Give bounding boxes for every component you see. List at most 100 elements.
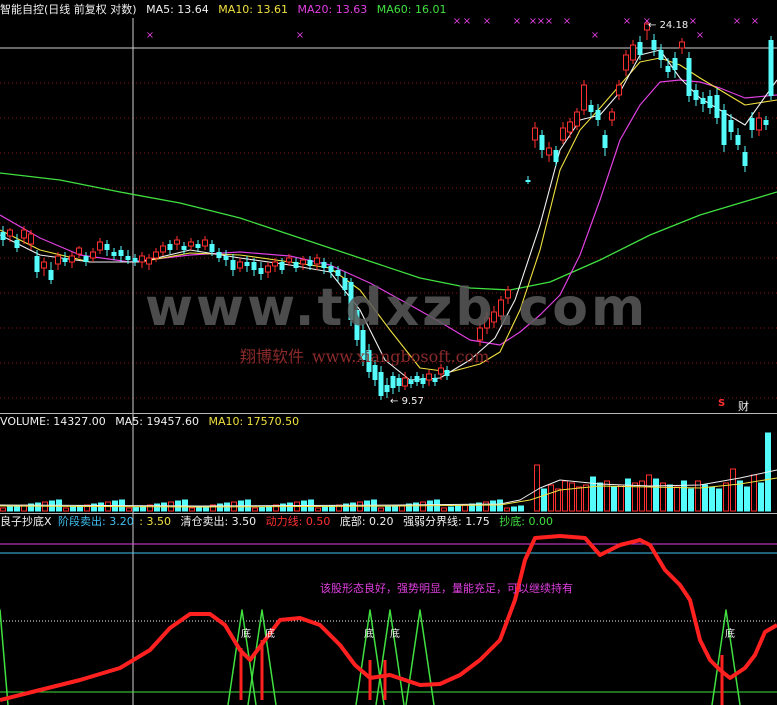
s-mark[interactable]: S xyxy=(718,398,725,409)
volume-bar xyxy=(154,503,160,512)
candle-body xyxy=(735,135,741,145)
bottom-value: 底部: 0.20 xyxy=(339,515,394,528)
candle-body xyxy=(763,120,769,125)
volume-bar xyxy=(448,506,454,512)
ma10-value: MA10: 13.61 xyxy=(218,3,289,16)
sell-mark: × xyxy=(513,16,521,27)
volume-bar xyxy=(709,486,715,512)
low-price-value: 9.57 xyxy=(401,396,424,407)
sell-mark: × xyxy=(623,16,631,27)
candle-body xyxy=(630,44,636,61)
volume-bar xyxy=(63,507,69,512)
volume-bar xyxy=(252,507,258,512)
volume-bar xyxy=(14,505,20,512)
volume-bar xyxy=(674,486,680,512)
candle-body xyxy=(525,180,531,182)
volume-bar xyxy=(590,476,596,512)
candle-body xyxy=(146,257,152,265)
candle-body xyxy=(202,239,208,247)
volume-bar xyxy=(548,484,554,512)
candle-body xyxy=(623,54,629,71)
candle-body xyxy=(588,105,594,112)
volume-bar xyxy=(737,480,743,512)
volume-bar xyxy=(483,501,489,512)
candle-body xyxy=(595,110,601,120)
volume-bar xyxy=(441,507,447,512)
sell-mark: × xyxy=(463,16,471,27)
di-marker: 底 xyxy=(265,629,275,640)
candle-body xyxy=(209,244,215,252)
di-marker: 底 xyxy=(390,629,400,640)
candle-body xyxy=(637,42,643,55)
candle-body xyxy=(768,40,774,96)
candle-body xyxy=(402,377,408,387)
candle-body xyxy=(328,266,334,272)
volume-bar xyxy=(217,503,223,512)
price-title: 智能自控(日线 前复权 对数) xyxy=(0,3,137,16)
high-price-label: ← 24.18 xyxy=(648,20,689,31)
volume-bar xyxy=(350,502,356,512)
volume-bar xyxy=(413,502,419,512)
candle-body xyxy=(553,150,559,162)
candle-body xyxy=(188,241,194,247)
volume-bar xyxy=(133,506,139,512)
volume-bar xyxy=(576,486,582,512)
ma60-value: MA60: 16.01 xyxy=(376,3,447,16)
volume-bar xyxy=(518,505,524,512)
candle-body xyxy=(69,255,75,263)
di-marker: 底 xyxy=(725,629,735,640)
volume-bar xyxy=(583,484,589,512)
candle-body xyxy=(195,244,201,248)
volume-bar xyxy=(758,482,764,512)
volume-bar xyxy=(259,506,265,512)
candle-body xyxy=(181,246,187,250)
sell-mark: × xyxy=(483,16,491,27)
chaodi-spike xyxy=(0,609,9,705)
finance-mark[interactable]: 财 xyxy=(738,398,749,414)
candle-body xyxy=(223,256,229,260)
watermark-url: www.xiangbosoft.com xyxy=(312,347,490,366)
volume-bar xyxy=(646,474,652,512)
watermark-main: www.tdxzb.com xyxy=(145,278,649,338)
volume-header: VOLUME: 14327.00 MA5: 19457.60 MA10: 175… xyxy=(0,414,305,430)
volume-bar xyxy=(723,482,729,512)
candle-body xyxy=(300,259,306,265)
volume-bar xyxy=(611,486,617,512)
sell-mark: × xyxy=(296,30,304,41)
volume-bar xyxy=(555,488,561,512)
candle-body xyxy=(244,262,250,266)
sell-mark: × xyxy=(689,16,697,27)
candle-body xyxy=(672,58,678,70)
candle-body xyxy=(132,258,138,262)
volume-bar xyxy=(504,507,510,512)
candle-body xyxy=(609,111,615,121)
volume-ma10-value: MA10: 17570.50 xyxy=(208,415,300,428)
ma60-line xyxy=(0,172,777,291)
candle-body xyxy=(396,378,402,386)
candle-body xyxy=(679,41,685,49)
candle-body xyxy=(335,270,341,276)
volume-bar xyxy=(716,488,722,512)
volume-bar xyxy=(315,507,321,512)
candle-body xyxy=(111,252,117,256)
volume-bar xyxy=(597,482,603,512)
strength-line-value: 强弱分界线: 1.75 xyxy=(403,515,490,528)
candle-body xyxy=(7,229,13,237)
stock-chart-window: × × × × × × × × × × × × × × × × × 智能自控(日线 前复权 对数) MA5: 1… xyxy=(0,0,777,705)
candle-body xyxy=(307,260,313,266)
candle-body xyxy=(693,90,699,100)
candle-body xyxy=(251,262,257,270)
candle-body xyxy=(532,127,538,141)
candle-body xyxy=(432,378,438,382)
candle-body xyxy=(265,265,271,273)
candle-body xyxy=(118,250,124,256)
candle-body xyxy=(237,261,243,269)
candle-body xyxy=(390,376,396,388)
watermark-cn: 翔博软件 xyxy=(240,347,305,366)
volume-bar xyxy=(189,507,195,512)
candle-body xyxy=(420,378,426,384)
stage-sell-2-value: : 3.50 xyxy=(139,515,171,528)
volume-bar xyxy=(280,503,286,512)
candle-body xyxy=(314,257,320,265)
candle-body xyxy=(700,98,706,104)
